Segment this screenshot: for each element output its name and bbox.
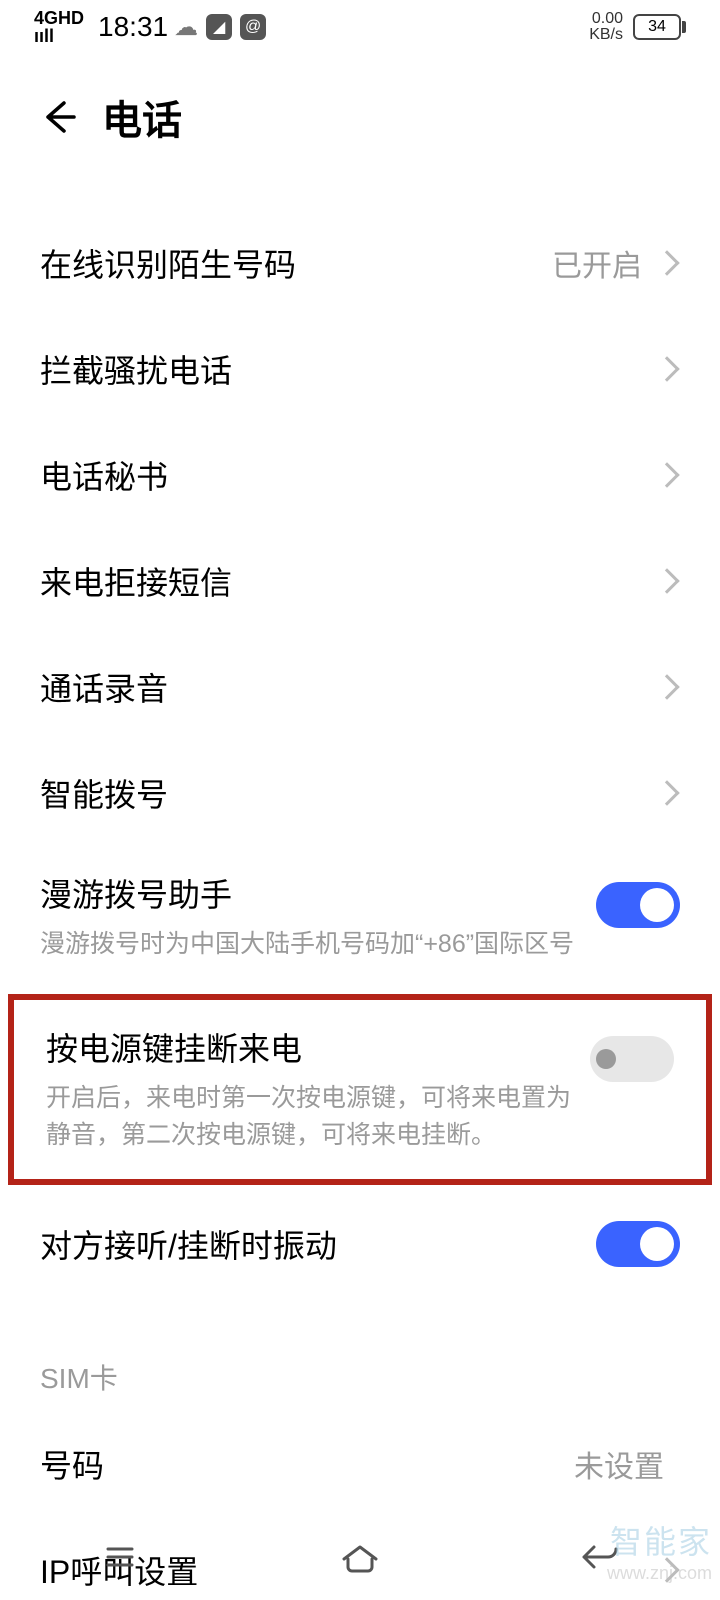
item-reject-sms[interactable]: 来电拒接短信 [0, 528, 720, 634]
item-label: 拦截骚扰电话 [40, 346, 658, 392]
power-hangup-toggle[interactable] [590, 1036, 674, 1082]
page-title: 电话 [102, 88, 182, 146]
chevron-right-icon [654, 674, 679, 699]
app-icon-2: @ [240, 14, 266, 40]
item-vibrate[interactable]: 对方接听/挂断时振动 [0, 1191, 720, 1297]
settings-list: 在线识别陌生号码 已开启 拦截骚扰电话 电话秘书 来电拒接短信 通话录音 智能拨… [0, 210, 720, 1600]
network-speed: 0.00 KB/s [589, 11, 623, 43]
item-label: 漫游拨号助手 [40, 870, 596, 916]
item-description: 漫游拨号时为中国大陆手机号码加“+86”国际区号 [40, 926, 596, 964]
cloud-icon: ☁ [174, 13, 198, 42]
signal-indicator: 4GHDııll [34, 9, 84, 45]
status-time: 18:31 [98, 11, 168, 43]
item-power-hangup[interactable]: 按电源键挂断来电 开启后，来电时第一次按电源键，可将来电置为静音，第二次按电源键… [14, 1000, 706, 1179]
item-smart-dial[interactable]: 智能拨号 [0, 740, 720, 846]
item-label: 在线识别陌生号码 [40, 240, 552, 286]
item-value: 未设置 [574, 1442, 664, 1486]
status-icons: ☁ ◢ @ [174, 13, 266, 42]
item-description: 开启后，来电时第一次按电源键，可将来电置为静音，第二次按电源键，可将来电挂断。 [46, 1080, 590, 1155]
chevron-right-icon [654, 462, 679, 487]
chevron-right-icon [654, 780, 679, 805]
status-bar: 4GHDııll 18:31 ☁ ◢ @ 0.00 KB/s 34 [0, 0, 720, 52]
item-roaming-helper[interactable]: 漫游拨号助手 漫游拨号时为中国大陆手机号码加“+86”国际区号 [0, 846, 720, 988]
item-online-identify[interactable]: 在线识别陌生号码 已开启 [0, 210, 720, 316]
item-label: 按电源键挂断来电 [46, 1024, 590, 1070]
item-label: 电话秘书 [40, 452, 658, 498]
battery-indicator: 34 [633, 14, 686, 40]
page-header: 电话 [0, 52, 720, 170]
watermark-main: 智能家 [607, 1517, 712, 1563]
nav-menu-button[interactable] [60, 1533, 180, 1581]
item-block-spam[interactable]: 拦截骚扰电话 [0, 316, 720, 422]
highlight-box: 按电源键挂断来电 开启后，来电时第一次按电源键，可将来电置为静音，第二次按电源键… [8, 994, 712, 1185]
nav-home-button[interactable] [300, 1533, 420, 1581]
item-label: 来电拒接短信 [40, 558, 658, 604]
app-icon-1: ◢ [206, 14, 232, 40]
status-left: 4GHDııll 18:31 ☁ ◢ @ [34, 9, 266, 45]
item-call-record[interactable]: 通话录音 [0, 634, 720, 740]
item-label: 通话录音 [40, 664, 658, 710]
item-label: 对方接听/挂断时振动 [40, 1221, 596, 1267]
back-button[interactable] [34, 93, 82, 141]
chevron-right-icon [654, 568, 679, 593]
watermark: 智能家 www.znj.com [607, 1517, 712, 1584]
item-label: 智能拨号 [40, 770, 658, 816]
item-value: 已开启 [552, 241, 642, 285]
watermark-sub: www.znj.com [607, 1563, 712, 1584]
roaming-toggle[interactable] [596, 882, 680, 928]
status-right: 0.00 KB/s 34 [589, 11, 686, 43]
vibrate-toggle[interactable] [596, 1221, 680, 1267]
item-number[interactable]: 号码 未设置 [0, 1411, 720, 1517]
item-label: 号码 [40, 1441, 574, 1487]
item-secretary[interactable]: 电话秘书 [0, 422, 720, 528]
chevron-right-icon [654, 250, 679, 275]
chevron-right-icon [654, 356, 679, 381]
section-sim-label: SIM卡 [0, 1297, 720, 1411]
